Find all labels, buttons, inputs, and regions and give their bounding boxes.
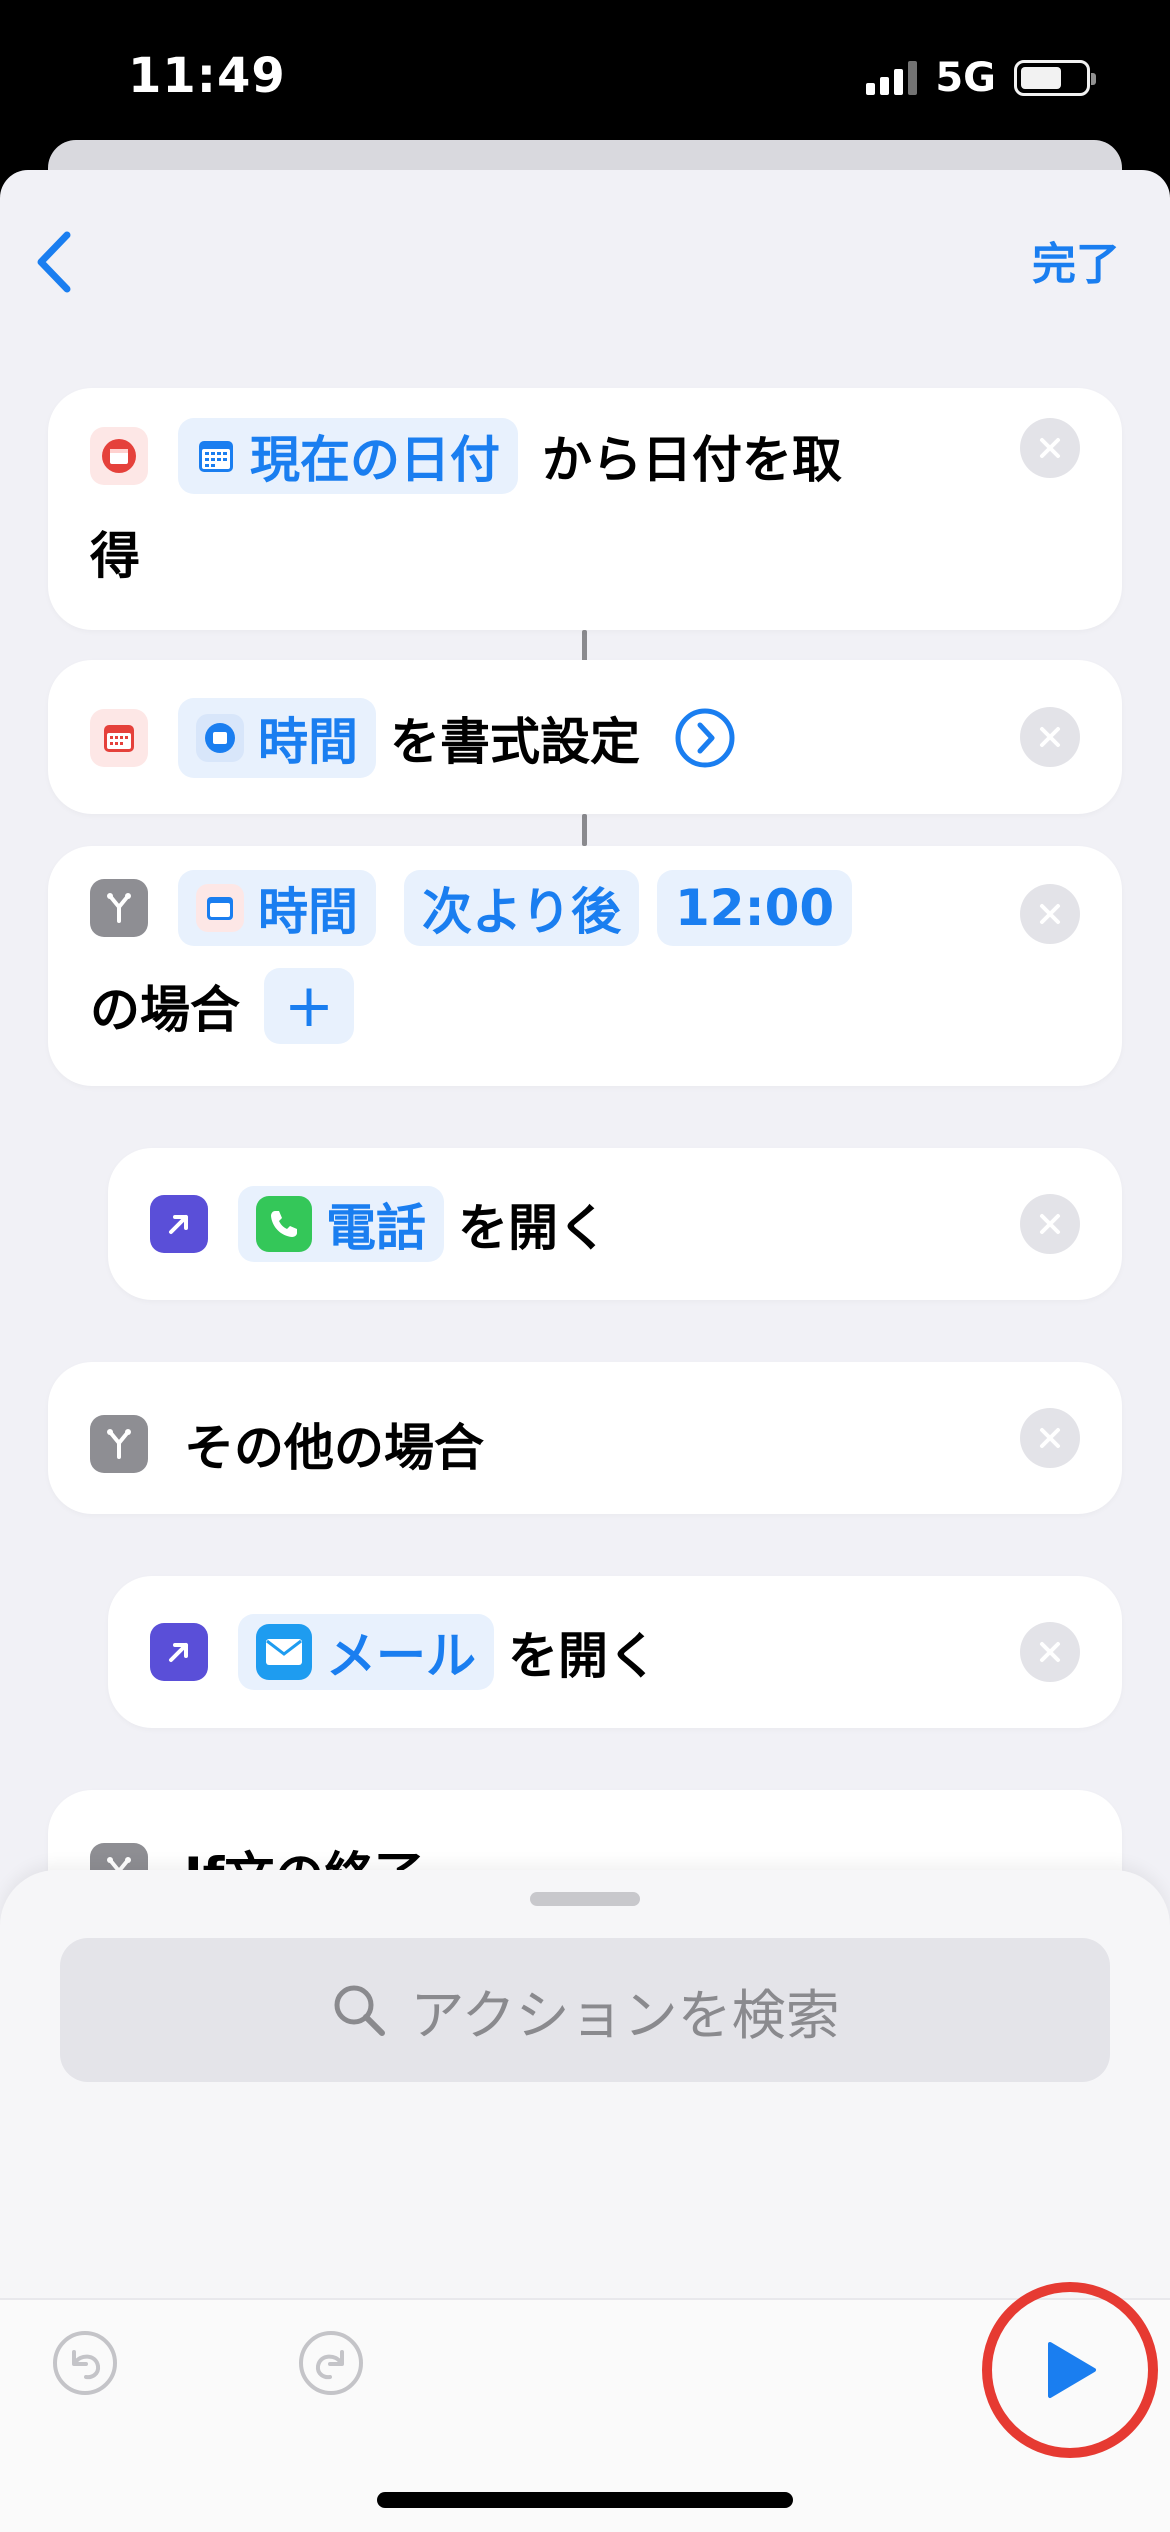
branch-icon (90, 1415, 148, 1473)
mail-app-token[interactable]: メール (238, 1614, 494, 1690)
search-placeholder: アクションを検索 (410, 1983, 840, 2047)
remove-action-button[interactable] (1020, 884, 1080, 944)
action-text: 得 (90, 527, 140, 585)
action-text: を開く (508, 1627, 658, 1685)
action-card-open-phone[interactable]: 電話 を開く (108, 1148, 1122, 1300)
action-card-otherwise[interactable]: その他の場合 (48, 1362, 1122, 1514)
action-card-if[interactable]: 時間 次より後 12:00 の場合 + (48, 846, 1122, 1086)
time-variable-token[interactable]: 時間 (178, 698, 376, 778)
pill-label: 電話 (326, 1199, 426, 1257)
action-search-panel: アクションを検索 (0, 1870, 1170, 2370)
cellular-signal-icon (866, 61, 918, 95)
calendar-icon (196, 884, 244, 932)
network-type: 5G (935, 55, 996, 101)
pill-label: 時間 (258, 883, 358, 941)
run-shortcut-button[interactable] (982, 2282, 1158, 2458)
redo-button[interactable] (298, 2330, 364, 2396)
mail-icon (256, 1624, 312, 1680)
remove-action-button[interactable] (1020, 707, 1080, 767)
branch-icon (90, 879, 148, 937)
remove-action-button[interactable] (1020, 1408, 1080, 1468)
back-button[interactable] (24, 222, 84, 302)
remove-action-button[interactable] (1020, 1622, 1080, 1682)
open-app-icon (150, 1623, 208, 1681)
remove-action-button[interactable] (1020, 418, 1080, 478)
done-button[interactable]: 完了 (1032, 228, 1120, 292)
phone-app-token[interactable]: 電話 (238, 1186, 444, 1262)
search-icon (334, 1985, 386, 2036)
status-time: 11:49 (128, 48, 286, 104)
connector-line (582, 814, 587, 846)
action-text: の場合 (90, 981, 240, 1039)
chevron-right-circle-icon[interactable] (674, 707, 736, 769)
close-icon (1040, 438, 1060, 458)
action-text: を開く (458, 1199, 608, 1257)
play-icon (1048, 2342, 1096, 2398)
editor-toolbar (0, 2282, 1170, 2532)
open-app-icon (150, 1195, 208, 1253)
calendar-icon (196, 714, 244, 762)
panel-grabber[interactable] (530, 1892, 640, 1906)
status-indicators: 5G (866, 55, 1096, 101)
condition-token[interactable]: 次より後 (404, 870, 639, 946)
calendar-icon (199, 441, 233, 472)
calendar-app-icon (90, 427, 148, 485)
calendar-app-icon (90, 709, 148, 767)
add-condition-button[interactable]: + (264, 968, 354, 1044)
time-variable-token[interactable]: 時間 (178, 870, 376, 946)
undo-icon (53, 2331, 117, 2395)
action-text: から日付を取 (542, 431, 842, 489)
phone-icon (256, 1196, 312, 1252)
pill-label: 時間 (258, 713, 358, 771)
value-token[interactable]: 12:00 (657, 870, 853, 946)
pill-label: メール (326, 1627, 476, 1685)
close-icon (1040, 904, 1060, 924)
battery-icon (1014, 60, 1096, 96)
undo-button[interactable] (52, 2330, 118, 2396)
action-text: その他の場合 (184, 1419, 484, 1477)
home-indicator (377, 2492, 793, 2508)
current-date-token[interactable]: 現在の日付 (178, 418, 518, 494)
action-card-get-date[interactable]: 現在の日付 から日付を取 得 (48, 388, 1122, 630)
remove-action-button[interactable] (1020, 1194, 1080, 1254)
chevron-left-icon (37, 231, 71, 293)
close-icon (1040, 1214, 1060, 1234)
pill-label: 現在の日付 (250, 431, 500, 489)
action-card-open-mail[interactable]: メール を開く (108, 1576, 1122, 1728)
screen: 11:49 5G 完了 現在の日付 から日付を取 得 時間 を書式設定 時間 次… (0, 0, 1170, 2532)
close-icon (1040, 1642, 1060, 1662)
close-icon (1040, 1428, 1060, 1448)
action-text: を書式設定 (390, 713, 640, 771)
action-card-format-date[interactable]: 時間 を書式設定 (48, 660, 1122, 814)
redo-icon (299, 2331, 363, 2395)
action-search-field[interactable]: アクションを検索 (60, 1938, 1110, 2082)
close-icon (1040, 727, 1060, 747)
